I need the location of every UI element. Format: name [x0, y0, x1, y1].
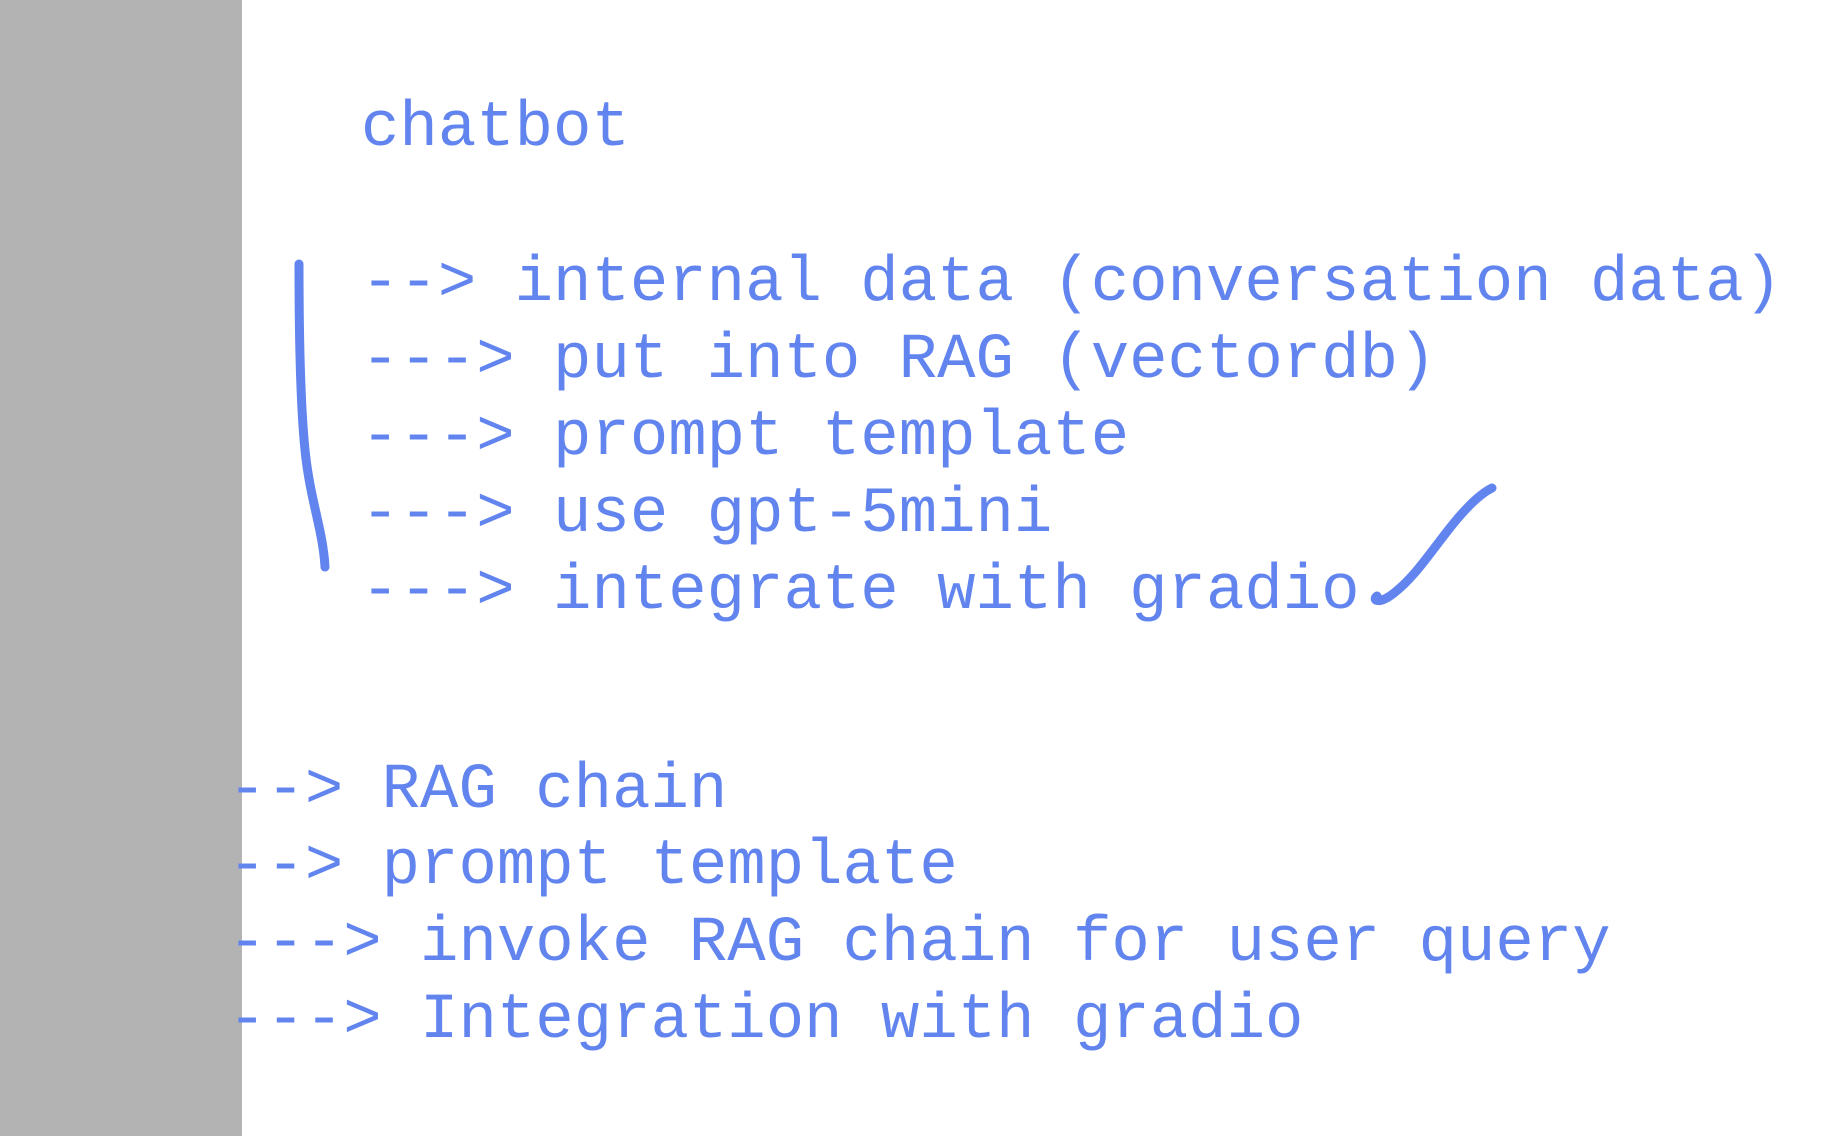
bracket-stroke: [294, 259, 330, 572]
checkmark-icon: [1370, 483, 1497, 606]
handwritten-annotations: [294, 259, 1497, 606]
